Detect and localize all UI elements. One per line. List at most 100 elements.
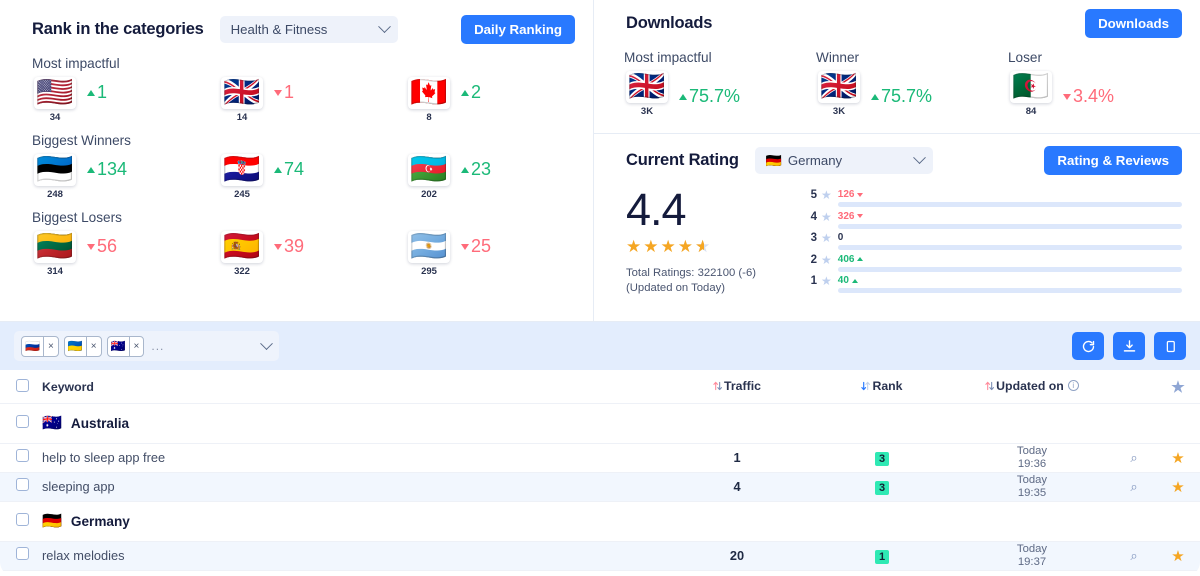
header-rank[interactable]: Rank [812, 379, 952, 395]
rating-stars: ★★★★★★ [626, 237, 806, 257]
table-row: relax melodies201Today19:37⌕★ [0, 542, 1200, 571]
rank-delta: 134 [87, 159, 127, 180]
country-filter-select[interactable]: 🇷🇺×🇺🇦×🇦🇺×... [14, 331, 279, 361]
rating-star-level: 3 [806, 232, 817, 244]
rank-country-item[interactable]: 🇱🇹31456 [32, 231, 219, 277]
rank-country-item[interactable]: 🇺🇸341 [32, 77, 219, 123]
keyword-cell[interactable]: relax melodies [42, 547, 662, 565]
star-icon-filled: ★ [626, 237, 643, 256]
rating-breakdown-row: 5★126 [806, 189, 1182, 211]
rating-star-level: 4 [806, 211, 817, 223]
star-icon[interactable]: ★ [1171, 548, 1184, 565]
search-cell[interactable]: ⌕ [1112, 449, 1156, 467]
triangle-down-icon [1063, 94, 1071, 100]
download-stat-cell[interactable]: Winner🇬🇧3K75.7% [816, 50, 1008, 117]
header-updated[interactable]: Updated on i [952, 379, 1112, 395]
traffic-cell: 4 [662, 478, 812, 496]
download-delta: 75.7% [871, 76, 932, 117]
refresh-button[interactable] [1072, 332, 1104, 360]
flag-icon: 🇬🇧 [626, 71, 668, 103]
row-checkbox[interactable] [16, 547, 29, 560]
row-checkbox[interactable] [16, 513, 29, 526]
triangle-up-icon [87, 167, 95, 173]
downloads-button[interactable]: Downloads [1085, 9, 1182, 38]
download-delta: 3.4% [1063, 76, 1114, 117]
favorite-cell[interactable]: ★ [1156, 547, 1200, 566]
favorite-cell[interactable]: ★ [1156, 478, 1200, 497]
star-icon-half: ★★ [695, 237, 712, 257]
star-icon: ★ [821, 275, 832, 288]
downloads-panel-title: Downloads [626, 14, 712, 33]
row-checkbox[interactable] [16, 478, 29, 491]
rank-country-item[interactable]: 🇦🇿20223 [406, 154, 593, 200]
rank-delta-value: 74 [284, 159, 304, 180]
flag-icon: 🇱🇹 [34, 231, 76, 263]
rank-delta: 39 [274, 236, 304, 257]
header-keyword[interactable]: Keyword [42, 380, 662, 394]
star-icon: ★ [1171, 379, 1184, 396]
favorite-cell[interactable]: ★ [1156, 449, 1200, 468]
category-select[interactable]: Health & Fitness [220, 16, 398, 43]
rating-reviews-button[interactable]: Rating & Reviews [1044, 146, 1182, 175]
download-stat-cell[interactable]: Loser🇩🇿843.4% [1008, 50, 1200, 117]
downloads-rating-panel: Downloads Downloads Most impactful🇬🇧3K75… [594, 0, 1200, 321]
search-cell[interactable]: ⌕ [1112, 478, 1156, 496]
close-icon[interactable]: × [86, 337, 101, 356]
download-delta-value: 3.4% [1073, 86, 1114, 107]
header-traffic[interactable]: Traffic [662, 379, 812, 395]
star-icon[interactable]: ★ [1171, 450, 1184, 467]
rank-country-item[interactable]: 🇦🇷29525 [406, 231, 593, 277]
country-filter-chip[interactable]: 🇦🇺× [107, 336, 145, 357]
rating-breakdown: 5★1264★3263★02★4061★40 [806, 185, 1182, 297]
keyword-cell[interactable]: help to sleep app free [42, 449, 662, 467]
row-checkbox[interactable] [16, 449, 29, 462]
rank-country-item[interactable]: 🇪🇸32239 [219, 231, 406, 277]
search-icon[interactable]: ⌕ [1130, 479, 1137, 494]
rating-country-select[interactable]: 🇩🇪 Germany [755, 147, 933, 174]
flag-block: 🇦🇷295 [406, 231, 452, 277]
star-icon-filled: ★ [661, 237, 678, 256]
table-body: 🇦🇺Australiahelp to sleep app free13Today… [0, 404, 1200, 571]
close-icon[interactable]: × [129, 337, 144, 356]
flag-icon: 🇦🇺 [108, 337, 129, 356]
rank-value: 295 [421, 266, 437, 277]
close-icon[interactable]: × [43, 337, 58, 356]
rank-panel-title: Rank in the categories [32, 20, 204, 39]
downloads-panel-header: Downloads Downloads [594, 0, 1200, 40]
daily-ranking-button[interactable]: Daily Ranking [461, 15, 575, 44]
rating-breakdown-row: 2★406 [806, 254, 1182, 276]
rank-country-item[interactable]: 🇨🇦82 [406, 77, 593, 123]
toolbar-actions [1072, 332, 1186, 360]
chevron-down-icon [913, 151, 926, 164]
rank-value: 322 [234, 266, 250, 277]
header-rank-label: Rank [872, 379, 902, 393]
download-button[interactable] [1113, 332, 1145, 360]
star-icon[interactable]: ★ [1171, 479, 1184, 496]
keyword-cell[interactable]: sleeping app [42, 478, 662, 496]
row-checkbox[interactable] [16, 415, 29, 428]
flag-block: 🇱🇹 314 [32, 231, 78, 277]
country-filter-chip[interactable]: 🇷🇺× [21, 336, 59, 357]
updated-cell: Today19:36 [952, 445, 1112, 471]
rank-cell: 3 [812, 449, 952, 467]
flag-block: 🇨🇦8 [406, 77, 452, 123]
copy-button[interactable] [1154, 332, 1186, 360]
info-icon[interactable]: i [1068, 380, 1079, 391]
rank-value: 314 [47, 266, 63, 277]
rank-group: Most impactful🇺🇸341🇬🇧141🇨🇦82 [0, 56, 593, 123]
rank-country-item[interactable]: 🇬🇧141 [219, 77, 406, 123]
search-cell[interactable]: ⌕ [1112, 547, 1156, 565]
flag-icon: 🇪🇪 [34, 154, 76, 186]
search-icon[interactable]: ⌕ [1130, 548, 1137, 563]
country-filter-chip[interactable]: 🇺🇦× [64, 336, 102, 357]
search-icon[interactable]: ⌕ [1130, 450, 1137, 465]
chevron-down-icon [260, 337, 273, 350]
rank-country-item[interactable]: 🇭🇷24574 [219, 154, 406, 200]
header-favorite[interactable]: ★ [1156, 378, 1200, 396]
triangle-down-icon [857, 193, 863, 197]
table-row: help to sleep app free13Today19:36⌕★ [0, 444, 1200, 473]
rank-country-item[interactable]: 🇪🇪248134 [32, 154, 219, 200]
copy-icon [1163, 339, 1178, 354]
download-stat-cell[interactable]: Most impactful🇬🇧3K75.7% [624, 50, 816, 117]
select-all-checkbox[interactable] [16, 379, 29, 392]
